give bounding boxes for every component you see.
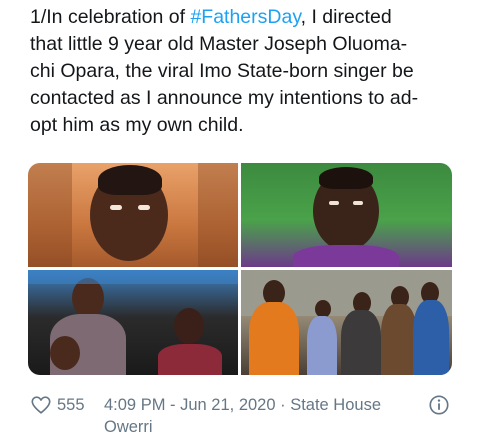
family-photo[interactable] [28, 270, 238, 375]
tweet-text-segment: 1/In celebration of [30, 6, 191, 28]
hashtag-link[interactable]: #FathersDay [190, 6, 300, 28]
heart-outline-icon[interactable] [30, 394, 52, 416]
tweet-location[interactable]: Owerri [104, 418, 153, 437]
tweet-text: 1/In celebration of #FathersDay, I direc… [30, 4, 460, 139]
tweet-timestamp[interactable]: 4:09 PM - Jun 21, 2020 · State House [104, 396, 381, 415]
handover-group-photo[interactable] [241, 270, 452, 375]
like-count[interactable]: 555 [57, 396, 85, 415]
tweet-line-3: chi Opara, the viral Imo State-born sing… [30, 60, 414, 82]
boy-portrait-photo[interactable] [241, 163, 452, 267]
media-grid [28, 163, 452, 375]
tweet-text-segment: , I directed [300, 6, 392, 28]
tweet-line-2: that little 9 year old Master Joseph Olu… [30, 33, 408, 55]
info-circle-icon[interactable] [428, 394, 450, 416]
tweet-line-4: contacted as I announce my intentions to… [30, 87, 419, 109]
tweet-line-1: 1/In celebration of #FathersDay, I direc… [30, 4, 460, 31]
boy-closeup-photo[interactable] [28, 163, 238, 267]
tweet-line-5: opt him as my own child. [30, 114, 244, 136]
